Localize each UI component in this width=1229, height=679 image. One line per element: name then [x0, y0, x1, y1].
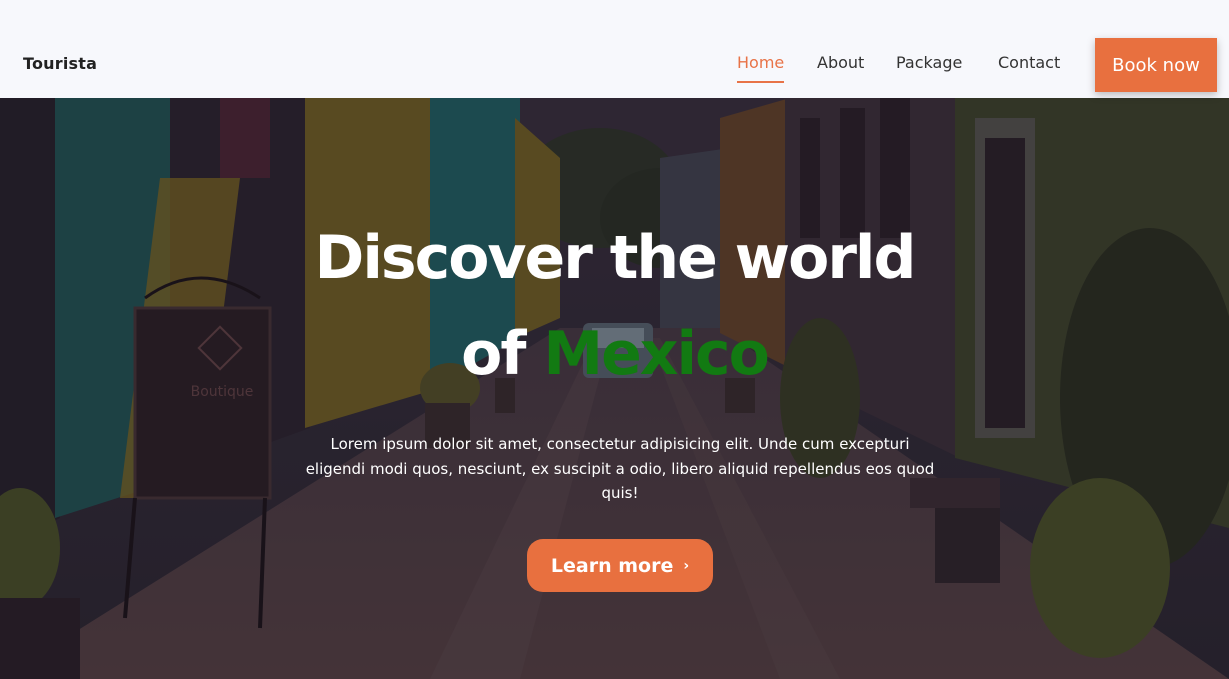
hero-title-prefix: of	[461, 319, 526, 389]
page: Tourista Home About Package Contact Book…	[0, 0, 1229, 679]
hero-title-accent: Mexico	[543, 319, 769, 389]
brand-logo[interactable]: Tourista	[23, 54, 97, 73]
learn-more-button[interactable]: Learn more ›	[527, 539, 713, 592]
nav-about-link[interactable]: About	[817, 53, 864, 72]
site-header: Tourista Home About Package Contact Book…	[0, 0, 1229, 98]
hero-title-line2: of Mexico	[0, 306, 1229, 402]
nav-contact-link[interactable]: Contact	[998, 53, 1060, 72]
learn-more-label: Learn more	[550, 554, 674, 577]
nav-home-link[interactable]: Home	[737, 53, 785, 83]
chevron-right-icon: ›	[683, 557, 690, 574]
hero-section: Boutique Discover the world of Mexico Lo…	[0, 98, 1229, 679]
book-now-button[interactable]: Book now	[1095, 38, 1217, 92]
nav-package-link[interactable]: Package	[896, 53, 962, 72]
hero-title-line1: Discover the world	[314, 223, 917, 293]
hero-description: Lorem ipsum dolor sit amet, consectetur …	[305, 435, 935, 502]
